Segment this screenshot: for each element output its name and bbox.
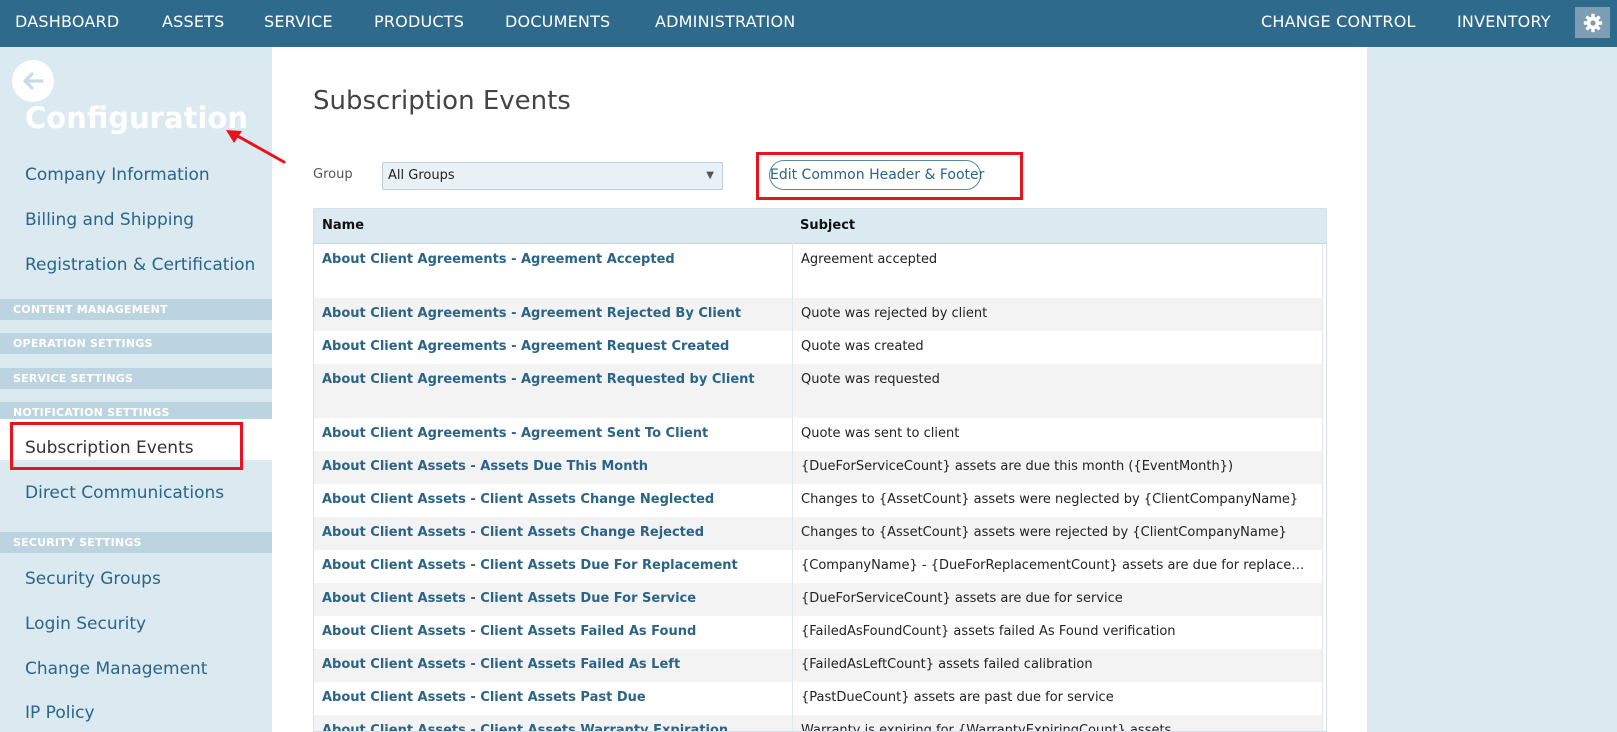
table-body: About Client Agreements - Agreement Acce… <box>314 244 1322 732</box>
event-name-link[interactable]: About Client Assets - Client Assets Past… <box>322 690 646 705</box>
event-name-link[interactable]: About Client Assets - Client Assets Chan… <box>322 525 704 540</box>
column-header-name[interactable]: Name <box>314 209 364 243</box>
table-row[interactable]: About Client Assets - Assets Due This Mo… <box>314 451 1322 484</box>
dropdown-arrow-icon: ▼ <box>706 170 714 181</box>
sidebar-section-operation-settings[interactable]: OPERATION SETTINGS <box>0 333 272 354</box>
table-row[interactable]: About Client Assets - Client Assets Chan… <box>314 484 1322 517</box>
sidebar-item-billing-and-shipping[interactable]: Billing and Shipping <box>25 210 194 230</box>
table-row[interactable]: About Client Assets - Client Assets Chan… <box>314 517 1322 550</box>
group-label: Group <box>313 167 353 182</box>
event-name-link[interactable]: About Client Assets - Assets Due This Mo… <box>322 459 648 474</box>
event-subject: {FailedAsLeftCount} assets failed calibr… <box>801 657 1093 672</box>
event-subject: {DueForServiceCount} assets are due for … <box>801 591 1123 606</box>
event-subject: Changes to {AssetCount} assets were reje… <box>801 525 1287 540</box>
event-name-link[interactable]: About Client Agreements - Agreement Requ… <box>322 372 755 387</box>
sidebar-item-security-groups[interactable]: Security Groups <box>25 569 161 589</box>
settings-button[interactable] <box>1575 7 1610 38</box>
subscription-events-table: Name Subject About Client Agreements - A… <box>313 208 1327 732</box>
right-side-panel <box>1367 47 1617 732</box>
top-nav-bar: DASHBOARD ASSETS SERVICE PRODUCTS DOCUME… <box>0 0 1617 47</box>
table-row[interactable]: About Client Assets - Client Assets Fail… <box>314 649 1322 682</box>
column-divider <box>792 209 793 731</box>
event-subject: Quote was rejected by client <box>801 306 988 321</box>
nav-documents[interactable]: DOCUMENTS <box>505 0 610 44</box>
nav-service[interactable]: SERVICE <box>264 0 333 44</box>
table-row[interactable]: About Client Assets - Client Assets Due … <box>314 550 1322 583</box>
table-row[interactable]: About Client Agreements - Agreement Requ… <box>314 364 1322 418</box>
sidebar-item-registration-certification[interactable]: Registration & Certification <box>25 255 255 275</box>
event-subject: {CompanyName} - {DueForReplacementCount}… <box>801 558 1316 573</box>
event-subject: Changes to {AssetCount} assets were negl… <box>801 492 1299 507</box>
nav-change-control[interactable]: CHANGE CONTROL <box>1261 0 1416 44</box>
sidebar-section-security-settings[interactable]: SECURITY SETTINGS <box>0 532 272 553</box>
table-row[interactable]: About Client Assets - Client Assets Warr… <box>314 715 1322 732</box>
event-subject: Agreement accepted <box>801 252 938 267</box>
table-row[interactable]: About Client Agreements - Agreement Acce… <box>314 244 1322 298</box>
table-row[interactable]: About Client Assets - Client Assets Due … <box>314 583 1322 616</box>
sidebar-section-service-settings[interactable]: SERVICE SETTINGS <box>0 368 272 389</box>
highlight-box-edit-button <box>756 152 1023 200</box>
event-subject: {FailedAsFoundCount} assets failed As Fo… <box>801 624 1176 639</box>
nav-assets[interactable]: ASSETS <box>162 0 225 44</box>
table-row[interactable]: About Client Agreements - Agreement Sent… <box>314 418 1322 451</box>
highlight-box-subscription-events <box>10 422 243 470</box>
nav-dashboard[interactable]: DASHBOARD <box>15 0 119 44</box>
nav-products[interactable]: PRODUCTS <box>374 0 464 44</box>
back-button[interactable] <box>12 60 54 102</box>
sidebar-item-direct-communications[interactable]: Direct Communications <box>25 483 224 503</box>
sidebar-item-company-information[interactable]: Company Information <box>25 165 210 185</box>
sidebar-section-content-management[interactable]: CONTENT MANAGEMENT <box>0 299 272 320</box>
annotation-arrow-icon <box>226 130 286 164</box>
nav-administration[interactable]: ADMINISTRATION <box>655 0 795 44</box>
event-name-link[interactable]: About Client Agreements - Agreement Reje… <box>322 306 741 321</box>
gear-icon <box>1583 13 1602 32</box>
event-name-link[interactable]: About Client Assets - Client Assets Warr… <box>322 723 728 731</box>
group-select[interactable]: All Groups ▼ <box>382 162 723 190</box>
event-subject: Quote was created <box>801 339 924 354</box>
event-subject: Quote was requested <box>801 372 940 387</box>
event-subject: {DueForServiceCount} assets are due this… <box>801 459 1234 474</box>
event-name-link[interactable]: About Client Agreements - Agreement Sent… <box>322 426 708 441</box>
sidebar-item-change-management[interactable]: Change Management <box>25 659 207 679</box>
arrow-left-icon <box>23 72 44 90</box>
sidebar-title: Configuration <box>25 101 248 135</box>
table-row[interactable]: About Client Assets - Client Assets Past… <box>314 682 1322 715</box>
event-subject: Warranty is expiring for {WarrantyExpiri… <box>801 723 1172 732</box>
sidebar-item-ip-policy[interactable]: IP Policy <box>25 703 95 723</box>
group-select-value: All Groups <box>388 168 455 183</box>
event-name-link[interactable]: About Client Agreements - Agreement Requ… <box>322 339 729 354</box>
event-name-link[interactable]: About Client Assets - Client Assets Due … <box>322 591 696 606</box>
table-row[interactable]: About Client Assets - Client Assets Fail… <box>314 616 1322 649</box>
column-header-subject[interactable]: Subject <box>792 209 855 243</box>
sidebar-item-login-security[interactable]: Login Security <box>25 614 146 634</box>
page-title: Subscription Events <box>313 86 571 116</box>
event-name-link[interactable]: About Client Assets - Client Assets Fail… <box>322 624 696 639</box>
table-scrollbar[interactable] <box>1322 244 1326 731</box>
event-name-link[interactable]: About Client Assets - Client Assets Chan… <box>322 492 714 507</box>
nav-inventory[interactable]: INVENTORY <box>1457 0 1551 44</box>
table-row[interactable]: About Client Agreements - Agreement Requ… <box>314 331 1322 364</box>
table-header: Name Subject <box>314 209 1326 244</box>
event-name-link[interactable]: About Client Agreements - Agreement Acce… <box>322 252 675 267</box>
event-name-link[interactable]: About Client Assets - Client Assets Due … <box>322 558 738 573</box>
table-row[interactable]: About Client Agreements - Agreement Reje… <box>314 298 1322 331</box>
event-subject: Quote was sent to client <box>801 426 960 441</box>
event-name-link[interactable]: About Client Assets - Client Assets Fail… <box>322 657 680 672</box>
event-subject: {PastDueCount} assets are past due for s… <box>801 690 1114 705</box>
